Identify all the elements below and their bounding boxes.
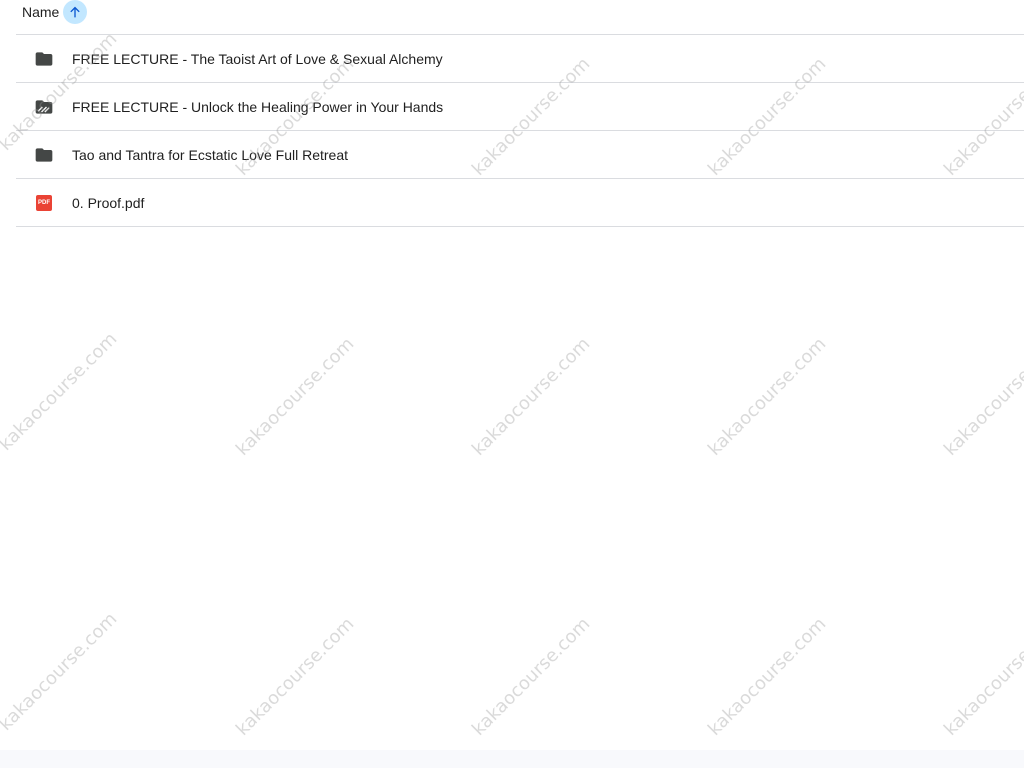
list-item[interactable]: FREE LECTURE - The Taoist Art of Love & … [16, 35, 1024, 83]
file-browser: Name FREE LECTURE - The Taoist Art of Lo… [0, 0, 1024, 768]
watermark: kakaocourse.com [232, 613, 359, 740]
item-name: Tao and Tantra for Ecstatic Love Full Re… [72, 146, 348, 163]
watermark: kakaocourse.com [940, 333, 1024, 460]
arrow-up-icon [70, 6, 81, 18]
list-item[interactable]: Tao and Tantra for Ecstatic Love Full Re… [16, 131, 1024, 179]
list-item[interactable]: FREE LECTURE - Unlock the Healing Power … [16, 83, 1024, 131]
sort-ascending-button[interactable] [63, 0, 88, 24]
item-name: FREE LECTURE - Unlock the Healing Power … [72, 98, 444, 115]
watermark: kakaocourse.com [468, 613, 595, 740]
item-name: 0. Proof.pdf [72, 194, 145, 211]
watermark: kakaocourse.com [0, 328, 122, 455]
shared-folder-icon [34, 97, 54, 117]
folder-icon [34, 49, 54, 69]
watermark: kakaocourse.com [704, 333, 831, 460]
pdf-badge: PDF [36, 194, 52, 211]
watermark: kakaocourse.com [0, 608, 122, 735]
file-list: FREE LECTURE - The Taoist Art of Love & … [16, 34, 1024, 227]
watermark: kakaocourse.com [704, 613, 831, 740]
watermark: kakaocourse.com [468, 333, 595, 460]
bottom-bar [0, 750, 1024, 768]
watermark: kakaocourse.com [232, 333, 359, 460]
list-header: Name [22, 0, 88, 24]
folder-icon [34, 145, 54, 165]
name-column-header[interactable]: Name [22, 4, 59, 20]
pdf-icon: PDF [34, 193, 54, 213]
list-item[interactable]: PDF 0. Proof.pdf [16, 179, 1024, 227]
item-name: FREE LECTURE - The Taoist Art of Love & … [72, 50, 443, 67]
watermark: kakaocourse.com [940, 613, 1024, 740]
